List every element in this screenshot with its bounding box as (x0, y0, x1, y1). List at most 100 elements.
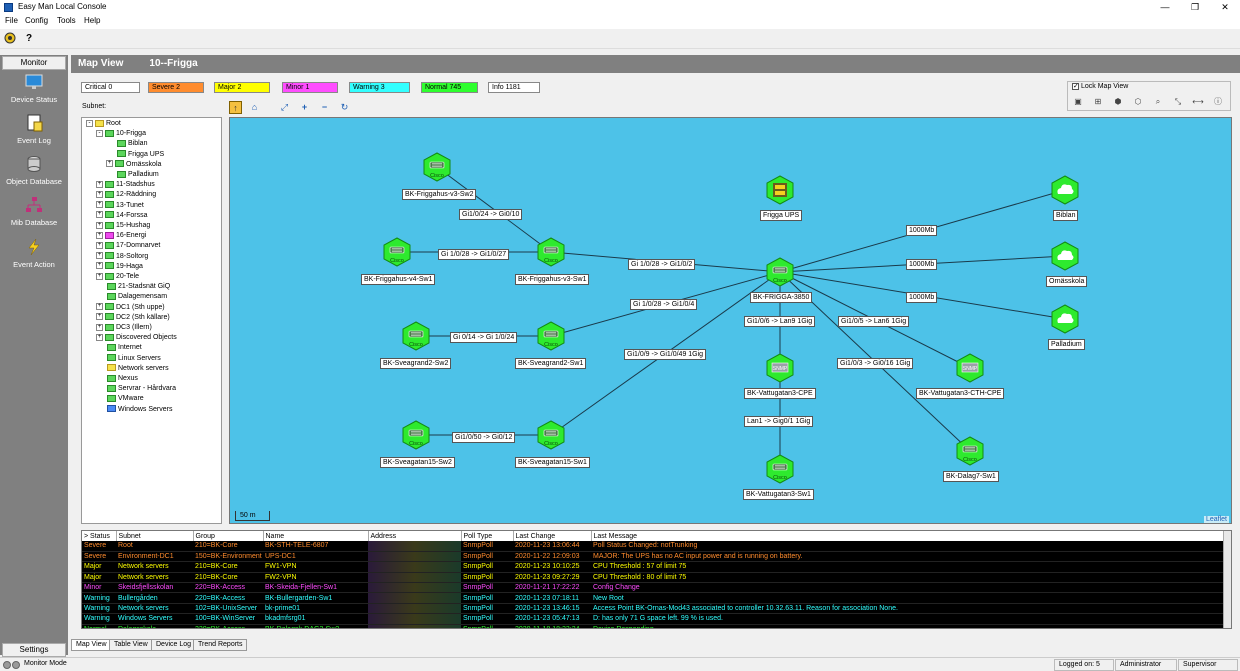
cisco-switch-icon[interactable]: Cisco (765, 257, 795, 287)
link-label[interactable]: Gi 0/14 -> Gi 1/0/24 (450, 332, 518, 343)
tree-node[interactable]: - 10-Frigga (96, 129, 146, 139)
device-label[interactable]: Biblan (1053, 210, 1079, 221)
square-icon[interactable]: ▣ (1072, 96, 1084, 108)
tree-node[interactable]: Biblan (106, 139, 147, 149)
device-label[interactable]: Palladium (1048, 339, 1085, 350)
checkbox[interactable]: ✓ (1072, 83, 1079, 90)
minimize-button[interactable]: — (1150, 0, 1180, 15)
severity-info[interactable]: Info 1181 (488, 82, 540, 93)
device-label[interactable]: BK-Friggahus-v3-Sw2 (402, 189, 477, 200)
tree-node[interactable]: + DC1 (Sth uppe) (96, 303, 165, 313)
grid-column-header[interactable]: Last Message (591, 531, 1224, 541)
cisco-switch-icon[interactable]: Cisco (536, 321, 566, 351)
tree-node[interactable]: +15-Hushag (96, 221, 150, 231)
grid-column-header[interactable]: Name (263, 531, 369, 541)
edit-icon[interactable] (1218, 96, 1230, 108)
lock-map-checkbox[interactable]: ✓ Lock Map View (1072, 83, 1128, 90)
folder-up-icon[interactable]: ↑ (229, 101, 242, 114)
ups-device-icon[interactable] (765, 175, 795, 205)
alarm-row[interactable]: Severe Environment-DC1 150=BK-Environment U… (82, 551, 1224, 563)
connect-icon[interactable]: ⟷ (1192, 96, 1204, 108)
grid-column-header[interactable]: > Status (82, 531, 117, 541)
tab-table-view[interactable]: Table View (109, 639, 153, 651)
cisco-switch-icon[interactable]: Cisco (382, 237, 412, 267)
expand-icon[interactable]: + (96, 242, 103, 250)
link-label[interactable]: Gi1/0/9 -> Gi1/0/49 1Gig (624, 349, 707, 360)
tab-map-view[interactable]: Map View (71, 639, 112, 651)
hexagon-icon[interactable]: ⬡ (1132, 96, 1144, 108)
link-label[interactable]: Gi1/0/3 -> Gi0/16 1Gig (837, 358, 914, 369)
link-label[interactable]: Gi 1/0/28 -> Gi1/0/4 (630, 299, 698, 310)
alarm-row[interactable]: Warning Bullergården 220=BK-Access BK-Bulle… (82, 592, 1224, 604)
link-icon[interactable]: ⤡ (1172, 96, 1184, 108)
nav-mib-database[interactable]: Mib Database (0, 196, 68, 227)
severity-critical[interactable]: Critical 0 (81, 82, 140, 93)
grid-scrollbar[interactable] (1223, 531, 1231, 628)
tab-device-log[interactable]: Device Log (151, 639, 197, 651)
tree-node[interactable]: VMware (96, 394, 144, 404)
link-label[interactable]: 1000Mb (906, 259, 938, 270)
grid-column-header[interactable]: Last Change (513, 531, 592, 541)
expand-icon[interactable]: + (96, 191, 103, 199)
tree-node[interactable]: +17-Domnarvet (96, 241, 160, 251)
expand-icon[interactable]: + (96, 231, 103, 239)
refresh-icon[interactable]: ↻ (338, 101, 351, 114)
alarm-row[interactable]: NormalDalagsskola220=BK-AccessBK-Dalagsk… (82, 624, 1224, 628)
tree-node[interactable]: + Discovered Objects (96, 333, 177, 343)
fit-icon[interactable]: ⤢ (278, 101, 291, 114)
restore-button[interactable]: ❐ (1180, 0, 1210, 15)
alarm-row[interactable]: Warning Network servers 102=BK-UnixServer b… (82, 603, 1224, 615)
link-label[interactable]: 1000Mb (906, 225, 938, 236)
tree-node[interactable]: +12-Räddning (96, 190, 156, 200)
alarm-row[interactable]: Major Network servers 210=BK-Core FW1-VPN Sn… (82, 561, 1224, 573)
cube-icon[interactable]: ⬢ (1112, 96, 1124, 108)
collapse-icon[interactable]: - (86, 119, 93, 127)
device-label[interactable]: Ornässkola (1046, 276, 1088, 287)
link-label[interactable]: Gi 1/0/28 -> Gi1/0/27 (438, 249, 510, 260)
menu-help[interactable]: Help (84, 16, 100, 25)
tree-node[interactable]: + Ornässkola (106, 160, 161, 170)
tree-node[interactable]: Linux Servers (96, 354, 161, 364)
tree-node[interactable]: Servrar - Hårdvara (96, 384, 176, 394)
settings-button[interactable]: Settings (2, 643, 66, 657)
device-label[interactable]: BK-Vattugatan3-CPE (744, 388, 816, 399)
tree-node[interactable]: +13-Tunet (96, 201, 144, 211)
grid-column-header[interactable]: Subnet (116, 531, 194, 541)
alarm-row[interactable]: Severe Root 210=BK-Core BK-STH-TELE-6807 Snm… (82, 541, 1224, 552)
cisco-switch-icon[interactable]: Cisco (536, 420, 566, 450)
tree-node[interactable]: Network servers (96, 364, 169, 374)
tree-node[interactable]: Nexus (96, 374, 138, 384)
link-label[interactable]: Gi 1/0/28 -> Gi1/0/2 (628, 259, 696, 270)
device-label[interactable]: BK-Sveagatan15-Sw2 (380, 457, 455, 468)
expand-icon[interactable]: + (106, 160, 113, 168)
cisco-switch-icon[interactable]: Cisco (422, 152, 452, 182)
device-label[interactable]: BK-Sveagrand2-Sw2 (380, 358, 452, 369)
tab-trend-reports[interactable]: Trend Reports (193, 639, 248, 651)
device-label[interactable]: BK-Sveagatan15-Sw1 (515, 457, 590, 468)
tree-node[interactable]: Dalagemensam (96, 292, 167, 302)
link-label[interactable]: Gi1/0/50 -> Gi0/12 (452, 432, 516, 443)
tree-node[interactable]: Frigga UPS (106, 150, 164, 160)
link-label[interactable]: Lan1 -> Gig0/1 1Gig (744, 416, 814, 427)
zoom-out-icon[interactable]: − (318, 101, 331, 114)
cisco-switch-icon[interactable]: Cisco (536, 237, 566, 267)
tree-node[interactable]: +20-Tele (96, 272, 139, 282)
expand-icon[interactable]: + (96, 313, 103, 321)
expand-icon[interactable]: + (96, 272, 103, 280)
menu-config[interactable]: Config (25, 16, 48, 25)
grid-column-header[interactable]: Address (368, 531, 462, 541)
cloud-device-icon[interactable] (1050, 241, 1080, 271)
nodes-icon[interactable]: ⊞ (1092, 96, 1104, 108)
device-label[interactable]: BK-Vattugatan3-Sw1 (743, 489, 814, 500)
severity-minor[interactable]: Minor 1 (282, 82, 338, 93)
nav-device-status[interactable]: Device Status (0, 73, 68, 104)
snmp-device-icon[interactable]: SNMP (955, 353, 985, 383)
tree-node[interactable]: + DC3 (Illern) (96, 323, 152, 333)
close-button[interactable]: ✕ (1210, 0, 1240, 15)
expand-icon[interactable]: + (96, 211, 103, 219)
device-label[interactable]: BK-Friggahus-v3-Sw1 (515, 274, 590, 285)
tree-node[interactable]: 21-Stadsnät GiQ (96, 282, 170, 292)
zoom-in-icon[interactable]: + (298, 101, 311, 114)
cisco-switch-icon[interactable]: Cisco (401, 321, 431, 351)
severity-normal[interactable]: Normal 745 (421, 82, 478, 93)
